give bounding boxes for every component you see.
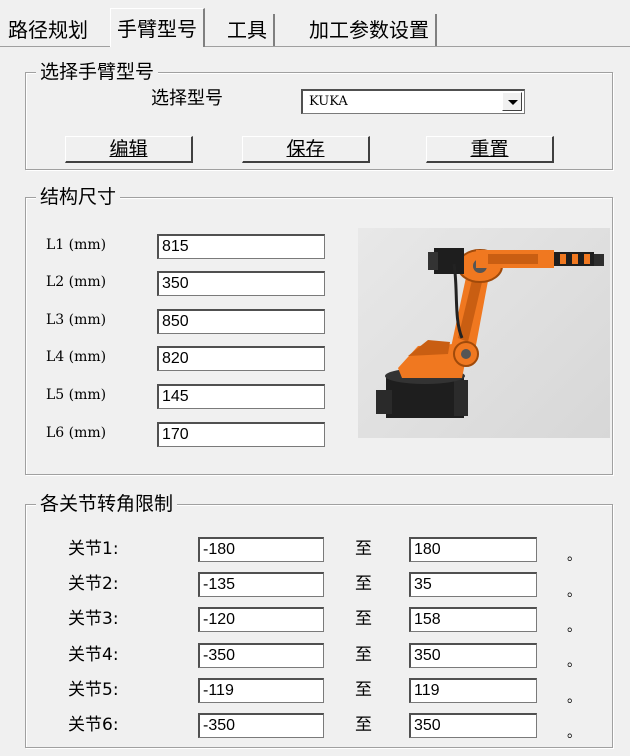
l5-input[interactable]: 145 xyxy=(157,384,325,409)
l1-label: L1 (mm) xyxy=(46,237,107,253)
save-button-label: 保存 xyxy=(286,138,325,160)
joint6-to-label: 至 xyxy=(355,715,372,735)
joint2-degree-unit: 。 xyxy=(567,584,581,600)
arm-model-group: 选择手臂型号 选择型号 KUKA 编辑 保存 重置 xyxy=(25,59,613,170)
edit-button[interactable]: 编辑 xyxy=(65,136,193,163)
joint5-label: 关节5: xyxy=(68,680,119,700)
l6-input[interactable]: 170 xyxy=(157,422,325,447)
joint1-degree-unit: 。 xyxy=(567,548,581,564)
joint3-max-input[interactable]: 158 xyxy=(409,607,537,632)
reset-button-label: 重置 xyxy=(470,138,509,160)
joint6-min-input[interactable]: -350 xyxy=(198,713,324,738)
structure-group-title: 结构尺寸 xyxy=(36,184,121,210)
l3-input[interactable]: 850 xyxy=(157,309,325,334)
chevron-down-icon[interactable] xyxy=(502,92,522,111)
l3-label: L3 (mm) xyxy=(46,312,107,328)
joint3-to-label: 至 xyxy=(355,609,372,629)
tab-path-planning[interactable]: 路径规划 xyxy=(2,14,94,46)
joint2-label: 关节2: xyxy=(68,574,119,594)
l1-input[interactable]: 815 xyxy=(157,234,325,259)
save-button[interactable]: 保存 xyxy=(242,136,370,163)
joint6-degree-unit: 。 xyxy=(567,725,581,741)
joint3-degree-unit: 。 xyxy=(567,619,581,635)
joint5-to-label: 至 xyxy=(355,680,372,700)
joint6-label: 关节6: xyxy=(68,715,119,735)
tab-tool[interactable]: 工具 xyxy=(221,14,275,46)
joint1-min-input[interactable]: -180 xyxy=(198,537,324,562)
l4-label: L4 (mm) xyxy=(46,349,107,365)
joint1-label: 关节1: xyxy=(68,539,119,559)
joint5-min-input[interactable]: -119 xyxy=(198,678,324,703)
l2-input[interactable]: 350 xyxy=(157,271,325,296)
tab-arm-model[interactable]: 手臂型号 xyxy=(110,8,205,47)
l2-label: L2 (mm) xyxy=(46,274,107,290)
reset-button[interactable]: 重置 xyxy=(426,136,554,163)
joint3-min-input[interactable]: -120 xyxy=(198,607,324,632)
joint4-to-label: 至 xyxy=(355,645,372,665)
joint6-max-input[interactable]: 350 xyxy=(409,713,537,738)
joint1-max-input[interactable]: 180 xyxy=(409,537,537,562)
tab-machining-params[interactable]: 加工参数设置 xyxy=(303,14,437,46)
l6-label: L6 (mm) xyxy=(46,425,107,441)
l5-label: L5 (mm) xyxy=(46,387,107,403)
joint4-degree-unit: 。 xyxy=(567,654,581,670)
joint2-max-input[interactable]: 35 xyxy=(409,572,537,597)
joint5-max-input[interactable]: 119 xyxy=(409,678,537,703)
joint1-to-label: 至 xyxy=(355,539,372,559)
joint4-min-input[interactable]: -350 xyxy=(198,643,324,668)
joint4-max-input[interactable]: 350 xyxy=(409,643,537,668)
joint3-label: 关节3: xyxy=(68,609,119,629)
joint5-degree-unit: 。 xyxy=(567,690,581,706)
robot-arm-image xyxy=(358,228,610,438)
joint2-min-input[interactable]: -135 xyxy=(198,572,324,597)
joint-limits-group-title: 各关节转角限制 xyxy=(36,491,178,517)
arm-model-group-title: 选择手臂型号 xyxy=(36,59,159,85)
joint2-to-label: 至 xyxy=(355,574,372,594)
model-select-value: KUKA xyxy=(309,94,348,109)
robot-arm-icon xyxy=(376,248,604,418)
model-select[interactable]: KUKA xyxy=(301,89,525,114)
l4-input[interactable]: 820 xyxy=(157,346,325,371)
tab-bar: 路径规划 手臂型号 工具 加工参数设置 xyxy=(0,0,630,47)
select-model-label: 选择型号 xyxy=(151,88,223,109)
joint4-label: 关节4: xyxy=(68,645,119,665)
edit-button-label: 编辑 xyxy=(109,138,148,160)
